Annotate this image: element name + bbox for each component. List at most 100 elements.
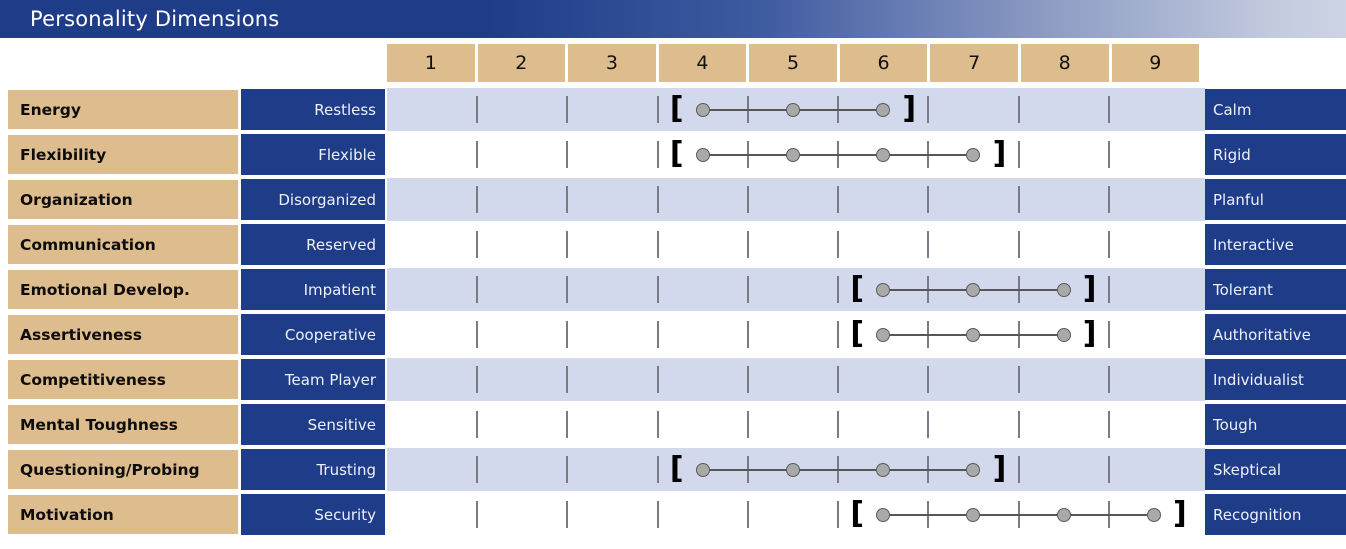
scale-tick [476,321,479,348]
scale-tick [1107,321,1110,348]
high-pole-label: Tolerant [1205,269,1346,310]
table-row: Emotional Develop. Impatient[] Tolerant [0,268,1346,313]
high-pole-label: Authoritative [1205,314,1346,355]
scale-tick [746,411,749,438]
trait-label: Questioning/Probing [8,450,238,489]
table-row: Motivation Security[] Recognition [0,493,1346,538]
scale-tick [927,231,930,258]
data-point-marker [966,148,981,162]
page-title: Personality Dimensions [30,7,280,31]
range-bracket-right: ] [1082,271,1097,306]
table-row: Questioning/Probing Trusting[] Skeptical [0,448,1346,493]
scale-tick [476,186,479,213]
scale-number-1: 1 [387,44,475,82]
scale-tick [656,501,659,528]
row-plot-area: [] [387,268,1199,311]
scale-tick [746,321,749,348]
trait-label: Communication [8,225,238,264]
scale-tick [1017,96,1020,123]
scale-tick [746,276,749,303]
row-plot-area: [] [387,88,1199,131]
data-point-marker [786,463,800,477]
data-point-marker [1146,508,1161,522]
low-pole-label: Flexible [241,134,385,175]
range-bracket-right: ] [992,136,1007,171]
data-point-marker [786,148,800,162]
row-plot-area [387,403,1199,446]
range-bracket-right: ] [1082,316,1097,351]
low-pole-label: Security [241,494,385,535]
scale-tick [746,366,749,393]
scale-number-8: 8 [1020,44,1109,82]
range-connector-line [883,514,1154,516]
scale-tick [656,321,659,348]
scale-tick [1107,366,1110,393]
scale-tick [566,186,569,213]
scale-tick [476,96,479,123]
table-row: Competitiveness Team Player Individualist [0,358,1346,403]
high-pole-label: Recognition [1205,494,1346,535]
data-point-marker [876,508,891,522]
data-point-marker [876,328,891,342]
data-point-marker [1056,508,1071,522]
scale-number-5: 5 [749,44,837,82]
scale-tick [656,276,659,303]
data-point-marker [695,463,710,477]
low-pole-label: Team Player [241,359,385,400]
scale-tick [1017,366,1020,393]
scale-tick [566,141,569,168]
scale-number-4: 4 [658,44,747,82]
range-bracket-left: [ [850,271,865,306]
scale-tick [566,276,569,303]
data-point-marker [876,463,891,477]
scale-tick [476,276,479,303]
scale-tick [746,501,749,528]
scale-tick [837,231,840,258]
range-bracket-left: [ [669,451,684,486]
range-connector-line [702,154,974,156]
high-pole-label: Individualist [1205,359,1346,400]
table-row: Assertiveness Cooperative[] Authoritative [0,313,1346,358]
scale-number-7: 7 [930,44,1018,82]
data-point-marker [966,283,981,297]
data-point-marker [695,103,710,117]
scale-number-2: 2 [477,44,566,82]
data-point-marker [1056,328,1071,342]
scale-tick [566,96,569,123]
table-row: Organization Disorganized Planful [0,178,1346,223]
range-bracket-right: ] [902,91,917,126]
scale-tick [1107,276,1110,303]
scale-tick [656,186,659,213]
trait-label: Flexibility [8,135,238,174]
range-bracket-right: ] [992,451,1007,486]
scale-tick [476,456,479,483]
high-pole-label: Tough [1205,404,1346,445]
table-row: Mental Toughness Sensitive Tough [0,403,1346,448]
scale-tick [927,411,930,438]
row-plot-area: [] [387,313,1199,356]
scale-tick [1107,231,1110,258]
personality-dimensions-chart: Personality Dimensions 123456789 Energy R… [0,0,1346,549]
scale-tick [656,96,659,123]
low-pole-label: Restless [241,89,385,130]
range-bracket-right: ] [1173,496,1187,531]
data-point-marker [966,463,981,477]
trait-label: Motivation [8,495,238,534]
trait-label: Organization [8,180,238,219]
table-row: Flexibility Flexible[] Rigid [0,133,1346,178]
high-pole-label: Planful [1205,179,1346,220]
table-row: Energy Restless[] Calm [0,88,1346,133]
data-point-marker [966,508,981,522]
row-plot-area [387,223,1199,266]
low-pole-label: Sensitive [241,404,385,445]
scale-tick [837,276,840,303]
scale-tick [656,366,659,393]
trait-label: Emotional Develop. [8,270,238,309]
trait-label: Assertiveness [8,315,238,354]
scale-tick [566,366,569,393]
scale-tick [656,231,659,258]
scale-tick [927,366,930,393]
high-pole-label: Skeptical [1205,449,1346,490]
scale-tick [476,141,479,168]
scale-tick [746,186,749,213]
